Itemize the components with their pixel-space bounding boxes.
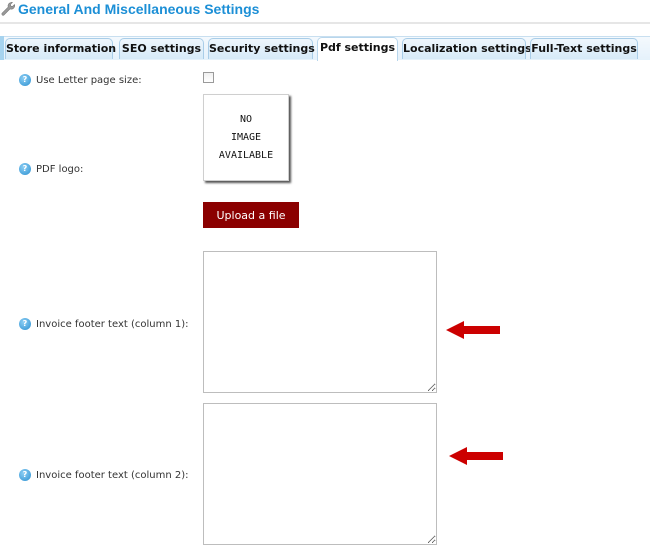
tab-pdf-settings[interactable]: Pdf settings: [317, 37, 398, 61]
invoice-footer-col1-textarea[interactable]: [203, 251, 437, 393]
pdf-logo-label: PDF logo:: [36, 163, 84, 175]
tab-localization-settings[interactable]: Localization settings: [402, 38, 532, 59]
upload-file-button[interactable]: Upload a file: [203, 202, 299, 228]
invoice-footer-col2-textarea[interactable]: [203, 403, 437, 545]
no-image-line-1: NO: [239, 113, 253, 125]
page-title: General And Miscellaneous Settings: [18, 1, 260, 17]
use-letter-page-size-checkbox[interactable]: [203, 72, 214, 83]
red-arrow-icon: [449, 447, 503, 465]
invoice-footer-col2-label: Invoice footer text (column 2):: [36, 469, 189, 481]
tab-seo-settings[interactable]: SEO settings: [119, 38, 204, 59]
help-icon[interactable]: ?: [19, 318, 31, 330]
help-icon[interactable]: ?: [19, 74, 31, 86]
help-icon[interactable]: ?: [19, 163, 31, 175]
page-header: General And Miscellaneous Settings: [0, 0, 650, 22]
no-image-line-2: IMAGE: [230, 131, 262, 143]
use-letter-page-size-label: Use Letter page size:: [36, 74, 142, 86]
tab-full-text-settings[interactable]: Full-Text settings: [530, 38, 638, 59]
red-arrow-icon: [446, 321, 500, 339]
invoice-footer-col1-label: Invoice footer text (column 1):: [36, 318, 189, 330]
tab-store-information[interactable]: Store information: [5, 38, 116, 59]
header-divider: [0, 22, 650, 24]
wrench-icon: [1, 2, 15, 16]
help-icon[interactable]: ?: [19, 469, 31, 481]
no-image-line-3: AVAILABLE: [218, 149, 274, 161]
use-letter-page-size-row: ? Use Letter page size:: [19, 74, 142, 86]
pdf-logo-row: ? PDF logo:: [19, 163, 83, 175]
pdf-logo-preview: NO IMAGE AVAILABLE: [203, 94, 289, 181]
invoice-footer-col2-row: ? Invoice footer text (column 2):: [19, 469, 189, 481]
tab-security-settings[interactable]: Security settings: [208, 38, 315, 59]
invoice-footer-col1-row: ? Invoice footer text (column 1):: [19, 318, 189, 330]
